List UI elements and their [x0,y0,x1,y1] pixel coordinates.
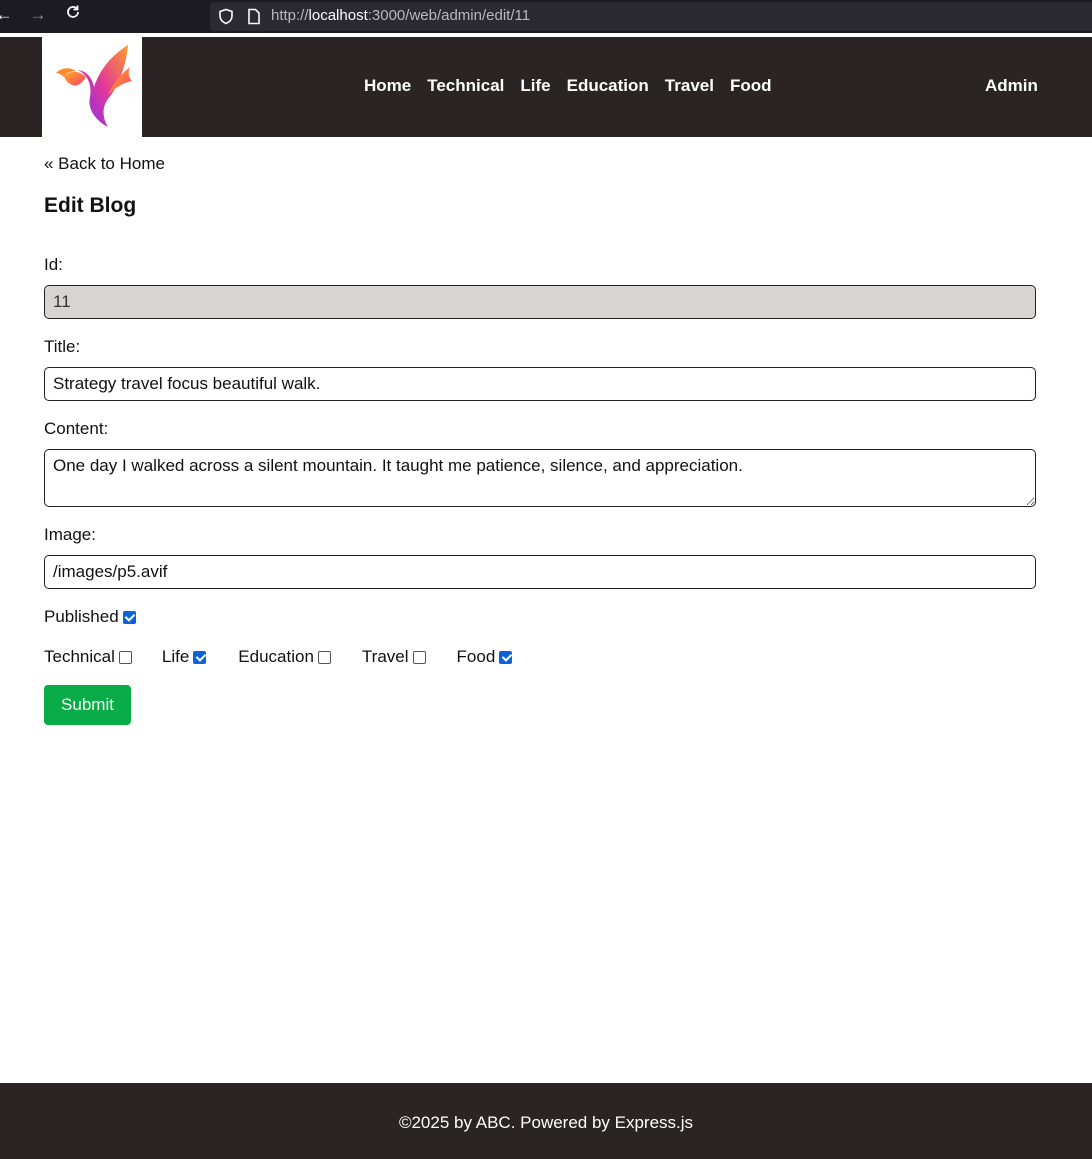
title-field[interactable] [44,367,1036,401]
nav-travel[interactable]: Travel [665,76,714,96]
image-field[interactable] [44,555,1036,589]
browser-toolbar: ← → http://localhost:3000/web/admin/edit… [0,0,1092,33]
category-label-travel: Travel [361,647,409,666]
title-label: Title: [44,337,81,356]
site-header: Home Technical Life Education Travel Foo… [0,37,1092,137]
nav-technical[interactable]: Technical [427,76,504,96]
address-bar[interactable]: http://localhost:3000/web/admin/edit/11 [210,2,1092,31]
url-text[interactable]: http://localhost:3000/web/admin/edit/11 [271,7,530,24]
footer-text: ©2025 by ABC. Powered by Express.js [398,1113,694,1132]
category-label-technical: Technical [44,647,115,666]
content-label: Content: [44,419,109,438]
nav-life[interactable]: Life [520,76,550,96]
nav-education[interactable]: Education [567,76,649,96]
category-label-education: Education [238,647,314,666]
shield-icon[interactable] [218,8,234,30]
category-checkbox-food[interactable] [499,650,513,664]
category-checkbox-education[interactable] [317,650,331,664]
back-to-home-link[interactable]: « Back to Home [44,154,165,174]
category-checkbox-technical[interactable] [118,650,132,664]
category-label-life: Life [161,647,190,666]
category-label-food: Food [456,647,496,666]
back-arrow-icon[interactable]: ← [0,5,14,25]
page-title: Edit Blog [44,194,137,217]
url-path: :3000/web/admin/edit/11 [367,7,531,24]
bird-logo[interactable] [42,37,142,137]
published-row: Published [44,607,136,627]
category-checkbox-life[interactable] [193,650,207,664]
id-label: Id: [44,255,63,274]
content-textarea[interactable]: One day I walked across a silent mountai… [44,449,1036,507]
url-scheme: http:// [271,7,309,24]
submit-button[interactable]: Submit [44,685,131,725]
image-label: Image: [44,525,96,544]
category-row: Technical Life Education Travel Food [44,647,540,667]
forward-arrow-icon[interactable]: → [28,5,48,25]
site-footer: ©2025 by ABC. Powered by Express.js [0,1083,1092,1159]
published-label: Published [44,607,119,626]
url-host: localhost [308,7,368,24]
published-checkbox[interactable] [122,610,136,624]
page-icon [247,8,261,30]
nav-food[interactable]: Food [730,76,772,96]
reload-icon[interactable] [63,4,83,25]
admin-link[interactable]: Admin [985,76,1038,96]
id-field[interactable] [44,285,1036,319]
nav-home[interactable]: Home [364,76,411,96]
category-checkbox-travel[interactable] [412,650,426,664]
main-nav: Home Technical Life Education Travel Foo… [364,76,772,96]
